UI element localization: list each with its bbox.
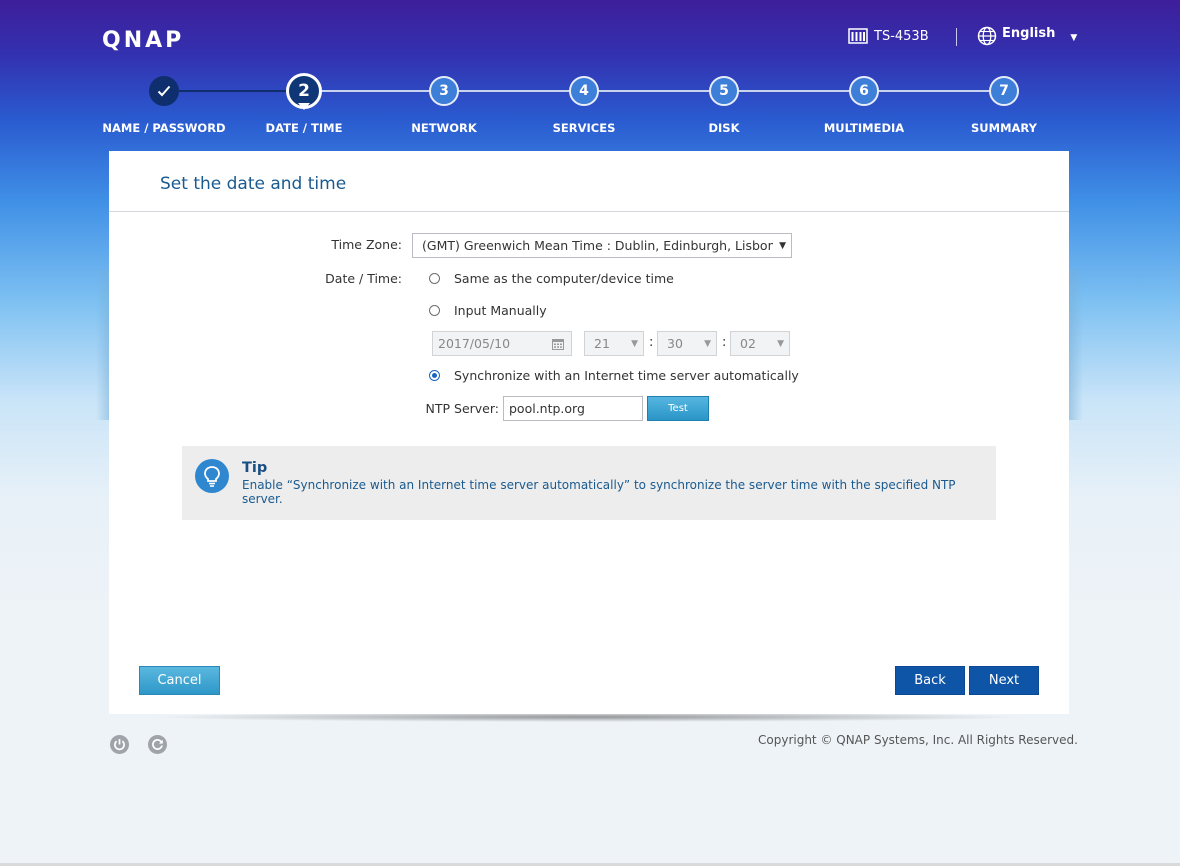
- ntp-server-input[interactable]: pool.ntp.org: [503, 396, 643, 421]
- step-4-circle: 4: [569, 76, 599, 106]
- qnap-logo: QNAP: [102, 28, 185, 53]
- globe-icon: [977, 26, 997, 46]
- step-7-circle: 7: [989, 76, 1019, 106]
- step-3-circle: 3: [429, 76, 459, 106]
- title-divider: [109, 211, 1069, 212]
- manual-minute-value: 30: [667, 336, 683, 351]
- stepper-line-done: [164, 90, 304, 92]
- cancel-button[interactable]: Cancel: [139, 666, 220, 695]
- time-zone-label: Time Zone:: [331, 237, 402, 252]
- manual-date-field: 2017/05/10: [432, 331, 572, 356]
- side-shadow-right: [1069, 270, 1083, 420]
- step-5-circle: 5: [709, 76, 739, 106]
- lightbulb-icon: [195, 459, 229, 493]
- language-selector[interactable]: English ▼: [977, 26, 1077, 46]
- time-zone-select[interactable]: (GMT) Greenwich Mean Time : Dublin, Edin…: [412, 233, 792, 258]
- radio-sync[interactable]: [429, 370, 440, 381]
- calendar-icon: [552, 339, 564, 350]
- step-6-circle: 6: [849, 76, 879, 106]
- tip-title: Tip: [242, 460, 268, 476]
- manual-hour-select: 21 ▼: [584, 331, 644, 356]
- restart-icon[interactable]: [148, 735, 167, 754]
- device-info: TS-453B: [848, 28, 929, 44]
- chevron-down-icon: ▼: [1070, 32, 1078, 43]
- check-icon: [157, 85, 171, 97]
- option-same-label: Same as the computer/device time: [454, 271, 674, 286]
- option-input-manually[interactable]: Input Manually: [429, 303, 547, 318]
- time-zone-value: (GMT) Greenwich Mean Time : Dublin, Edin…: [422, 238, 773, 253]
- option-manual-label: Input Manually: [454, 303, 547, 318]
- step-7-label: SUMMARY: [971, 121, 1037, 135]
- radio-manual[interactable]: [429, 305, 440, 316]
- step-6-label: MULTIMEDIA: [823, 121, 905, 135]
- option-sync-label: Synchronize with an Internet time server…: [454, 368, 799, 383]
- next-button[interactable]: Next: [969, 666, 1039, 695]
- side-shadow-left: [96, 270, 110, 420]
- dropdown-arrow-icon: ▼: [704, 338, 711, 349]
- copyright-text: Copyright © QNAP Systems, Inc. All Right…: [758, 733, 1078, 747]
- step-1-label: NAME / PASSWORD: [102, 121, 226, 135]
- dropdown-arrow-icon: ▼: [631, 338, 638, 349]
- language-label: English: [1002, 25, 1056, 41]
- active-step-pointer: [298, 103, 310, 110]
- nas-device-icon: [848, 28, 868, 44]
- radio-same[interactable]: [429, 273, 440, 284]
- date-time-label: Date / Time:: [325, 271, 402, 286]
- step-4-label: SERVICES: [552, 121, 616, 135]
- device-name: TS-453B: [874, 28, 929, 44]
- back-button[interactable]: Back: [895, 666, 965, 695]
- step-1-circle[interactable]: [149, 76, 179, 106]
- manual-hour-value: 21: [594, 336, 610, 351]
- page-title: Set the date and time: [160, 174, 347, 194]
- manual-date-value: 2017/05/10: [438, 336, 511, 351]
- header-divider: [956, 28, 957, 46]
- stepper-line-pending: [304, 90, 1004, 92]
- tip-text: Enable “Synchronize with an Internet tim…: [242, 478, 956, 506]
- time-colon-1: :: [649, 335, 654, 350]
- manual-minute-select: 30 ▼: [657, 331, 717, 356]
- option-sync-internet[interactable]: Synchronize with an Internet time server…: [429, 368, 799, 383]
- step-3-label: NETWORK: [411, 121, 477, 135]
- wizard-card: Set the date and time Time Zone: (GMT) G…: [109, 151, 1069, 714]
- dropdown-arrow-icon: ▼: [777, 338, 784, 349]
- ntp-server-label: NTP Server:: [425, 401, 499, 416]
- tip-box: Tip Enable “Synchronize with an Internet…: [182, 446, 996, 520]
- test-button[interactable]: Test: [647, 396, 709, 421]
- option-same-as-computer[interactable]: Same as the computer/device time: [429, 271, 674, 286]
- dropdown-arrow-icon: ▼: [779, 240, 786, 251]
- step-5-label: DISK: [708, 121, 740, 135]
- manual-second-value: 02: [740, 336, 756, 351]
- ntp-server-value: pool.ntp.org: [509, 401, 585, 416]
- step-2-label: DATE / TIME: [265, 121, 343, 135]
- power-icon[interactable]: [110, 735, 129, 754]
- manual-second-select: 02 ▼: [730, 331, 790, 356]
- time-colon-2: :: [722, 335, 727, 350]
